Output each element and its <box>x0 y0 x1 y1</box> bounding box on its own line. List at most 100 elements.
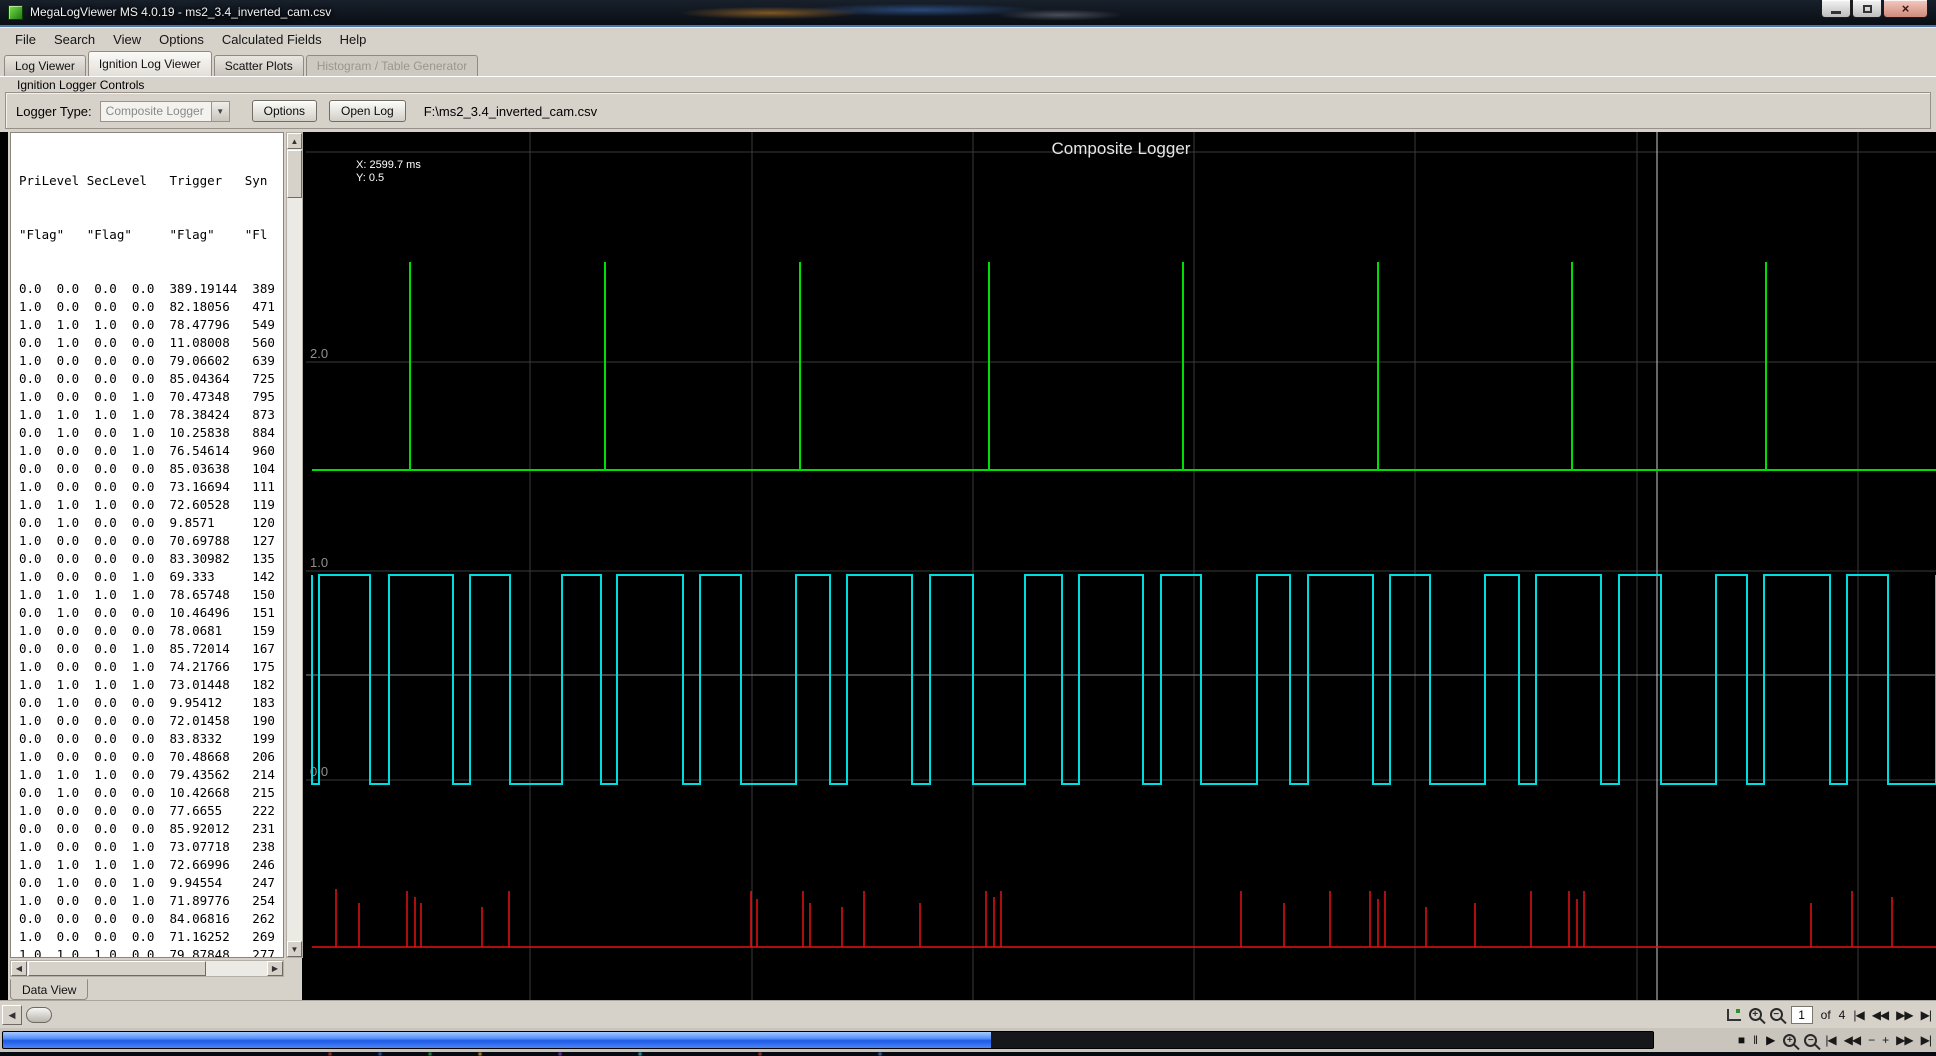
table-row: 0.0 0.0 0.0 0.0 389.19144 389 <box>19 281 275 296</box>
cursor-x-readout: X: 2599.7 ms <box>356 159 421 171</box>
table-row: 1.0 0.0 0.0 1.0 74.21766 175 <box>19 659 275 674</box>
zoom-minus-glyph: − <box>1807 1034 1814 1046</box>
chart-scroll-thumb[interactable] <box>26 1007 52 1023</box>
pause-button[interactable]: ‖ <box>1753 1033 1758 1047</box>
cursor-y-readout: Y: 0.5 <box>356 172 385 184</box>
stop-button[interactable]: ■ <box>1738 1033 1745 1047</box>
chart-title: Composite Logger <box>1051 139 1191 158</box>
last-page-button[interactable]: ▶| <box>1921 1008 1932 1022</box>
faster-button[interactable]: + <box>1882 1033 1889 1047</box>
data-table[interactable]: PriLevel SecLevel Trigger Syn "Flag" "Fl… <box>10 132 284 958</box>
table-row: 0.0 1.0 0.0 0.0 10.42668 215 <box>19 785 275 800</box>
logger-controls-row: Logger Type: Composite Logger ▼ Options … <box>16 99 597 123</box>
skip-start-button[interactable]: |◀ <box>1825 1033 1836 1047</box>
table-row: 1.0 0.0 0.0 0.0 77.6655 222 <box>19 803 275 818</box>
play-button[interactable]: ▶ <box>1766 1033 1775 1047</box>
table-units-row: "Flag" "Flag" "Flag" "Fl <box>19 227 268 242</box>
open-log-button[interactable]: Open Log <box>329 100 406 122</box>
window-controls: × <box>1820 0 1928 18</box>
menu-file[interactable]: File <box>6 29 45 49</box>
chart-canvas[interactable]: 2.01.00.0 <box>306 132 1936 1000</box>
next-page-button[interactable]: ▶▶ <box>1896 1008 1913 1022</box>
table-row: 0.0 0.0 0.0 0.0 83.8332 199 <box>19 731 275 746</box>
menu-calculated-fields[interactable]: Calculated Fields <box>213 29 331 49</box>
horizontal-scrollbar[interactable]: ◀ ▶ <box>10 960 284 977</box>
forward-button[interactable]: ▶▶ <box>1896 1033 1913 1047</box>
svg-text:1.0: 1.0 <box>310 555 328 570</box>
table-row: 1.0 0.0 0.0 0.0 82.18056 471 <box>19 299 275 314</box>
loaded-file-path: F:\ms2_3.4_inverted_cam.csv <box>423 103 598 119</box>
table-row: 1.0 0.0 0.0 1.0 73.07718 238 <box>19 839 275 854</box>
logger-type-value: Composite Logger <box>105 103 204 118</box>
table-row: 1.0 1.0 1.0 0.0 78.47796 549 <box>19 317 275 332</box>
composite-logger-chart[interactable]: 2.0 1.0 0.0 Composite Logger X: 2599.7 ms … <box>306 132 1936 1000</box>
page-total-label: 4 <box>1838 1007 1846 1022</box>
transport-controls: ■ ‖ ▶ + − |◀ ◀◀ − + ▶▶ ▶| <box>1738 1028 1932 1052</box>
table-row: 0.0 0.0 0.0 0.0 84.06816 262 <box>19 911 275 926</box>
zoom-out-icon[interactable]: − <box>1804 1033 1818 1047</box>
data-rows: 0.0 0.0 0.0 0.0 389.19144 389 1.0 0.0 0.0… <box>19 280 283 958</box>
app-icon <box>8 5 23 20</box>
first-page-button[interactable]: |◀ <box>1853 1008 1864 1022</box>
chart-scroll-left-button[interactable]: ◀ <box>2 1005 22 1025</box>
zoom-plus-glyph: + <box>1786 1034 1793 1046</box>
minimize-button[interactable] <box>1821 0 1851 18</box>
logger-type-select[interactable]: Composite Logger ▼ <box>99 100 230 122</box>
skip-end-button[interactable]: ▶| <box>1921 1033 1932 1047</box>
rewind-button[interactable]: ◀◀ <box>1844 1033 1861 1047</box>
zoom-minus-glyph: − <box>1773 1009 1780 1020</box>
close-button[interactable]: × <box>1883 0 1928 18</box>
fit-chart-icon[interactable] <box>1726 1008 1741 1021</box>
options-button[interactable]: Options <box>251 100 318 122</box>
tab-data-view[interactable]: Data View <box>10 979 89 1000</box>
table-row: 1.0 1.0 1.0 1.0 78.38424 873 <box>19 407 275 422</box>
tab-histogram-table-generator: Histogram / Table Generator <box>305 55 479 76</box>
zoom-in-icon[interactable]: + <box>1748 1008 1762 1021</box>
maximize-button[interactable] <box>1852 0 1882 18</box>
table-row: 0.0 1.0 0.0 1.0 10.25838 884 <box>19 425 275 440</box>
zoom-out-icon[interactable]: − <box>1769 1008 1783 1021</box>
window-title: MegaLogViewer MS 4.0.19 - ms2_3.4_invert… <box>30 5 332 19</box>
position-slider-fill <box>3 1032 991 1048</box>
table-row: 1.0 0.0 0.0 0.0 78.0681 159 <box>19 623 275 638</box>
menu-options[interactable]: Options <box>150 29 213 49</box>
horizontal-scroll-thumb[interactable] <box>28 961 206 976</box>
zoom-in-icon[interactable]: + <box>1783 1033 1797 1047</box>
vertical-scroll-thumb[interactable] <box>287 150 302 198</box>
table-row: 0.0 1.0 0.0 0.0 9.8571 120 <box>19 515 275 530</box>
menu-view[interactable]: View <box>104 29 150 49</box>
scroll-right-button[interactable]: ▶ <box>267 961 283 976</box>
tab-ignition-log-viewer[interactable]: Ignition Log Viewer <box>87 51 212 76</box>
tab-log-viewer[interactable]: Log Viewer <box>4 55 86 76</box>
scroll-up-button[interactable]: ▲ <box>287 133 302 149</box>
table-row: 1.0 0.0 0.0 0.0 72.01458 190 <box>19 713 275 728</box>
table-row: 1.0 1.0 1.0 0.0 79.87848 277 <box>19 947 275 958</box>
data-panel: PriLevel SecLevel Trigger Syn "Flag" "Fl… <box>8 132 303 1000</box>
table-row: 1.0 0.0 0.0 1.0 70.47348 795 <box>19 389 275 404</box>
table-row: 1.0 1.0 1.0 0.0 79.43562 214 <box>19 767 275 782</box>
table-row: 1.0 1.0 1.0 1.0 73.01448 182 <box>19 677 275 692</box>
table-row: 1.0 0.0 0.0 0.0 71.16252 269 <box>19 929 275 944</box>
position-slider[interactable] <box>2 1031 1654 1049</box>
prev-page-button[interactable]: ◀◀ <box>1872 1008 1889 1022</box>
page-of-label: of <box>1820 1007 1831 1022</box>
vertical-scrollbar[interactable]: ▲ ▼ <box>286 132 303 958</box>
menu-search[interactable]: Search <box>45 29 104 49</box>
scroll-left-button[interactable]: ◀ <box>11 961 27 976</box>
tab-scatter-plots[interactable]: Scatter Plots <box>213 55 304 76</box>
chart-toolbar-right: + − 1 of 4 |◀ ◀◀ ▶▶ ▶| <box>1726 1001 1932 1028</box>
titlebar: MegaLogViewer MS 4.0.19 - ms2_3.4_invert… <box>0 0 1936 25</box>
logger-type-label: Logger Type: <box>16 103 92 119</box>
svg-text:2.0: 2.0 <box>310 346 328 361</box>
chevron-down-icon[interactable]: ▼ <box>210 101 229 121</box>
table-row: 0.0 0.0 0.0 0.0 83.30982 135 <box>19 551 275 566</box>
maximize-icon <box>1862 4 1872 13</box>
table-row: 1.0 0.0 0.0 0.0 79.06602 639 <box>19 353 275 368</box>
scroll-down-button[interactable]: ▼ <box>287 941 302 957</box>
page-number-field[interactable]: 1 <box>1790 1005 1813 1024</box>
ignition-logger-controls: Ignition Logger Controls Logger Type: Co… <box>0 76 1936 132</box>
slower-button[interactable]: − <box>1868 1033 1875 1047</box>
menu-help[interactable]: Help <box>331 29 376 49</box>
table-row: 1.0 0.0 0.0 0.0 73.16694 111 <box>19 479 275 494</box>
playback-bar: ■ ‖ ▶ + − |◀ ◀◀ − + ▶▶ ▶| <box>0 1028 1936 1052</box>
